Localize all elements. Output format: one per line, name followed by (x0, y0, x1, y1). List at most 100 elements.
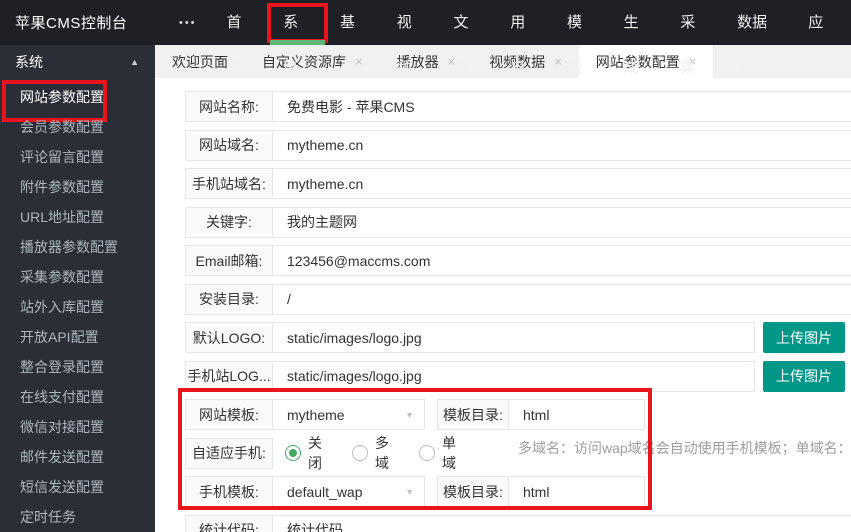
stats-code-label: 统计代码: (185, 514, 273, 532)
keywords-input[interactable]: 我的主题网 (273, 206, 851, 238)
sidebar-item-attachment-params[interactable]: 附件参数配置 (0, 172, 155, 202)
nav-database[interactable]: 数据库 (723, 0, 794, 76)
form-row-mobile-template: 手机模板: default_wap ▼ 模板目录: html (185, 476, 851, 507)
sidebar-item-scheduled-tasks[interactable]: 定时任务 (0, 502, 155, 532)
sidebar-item-external-storage[interactable]: 站外入库配置 (0, 292, 155, 322)
form-row-keywords: 关键字: 我的主题网 (185, 206, 851, 238)
sidebar-item-site-params[interactable]: 网站参数配置 (0, 80, 155, 122)
tab-video-data[interactable]: 视频数据 × (472, 45, 579, 78)
sidebar-item-sms-send[interactable]: 短信发送配置 (0, 472, 155, 502)
sidebar-menu: 网站参数配置 会员参数配置 评论留言配置 附件参数配置 URL地址配置 播放器参… (0, 78, 155, 532)
close-icon[interactable]: × (554, 54, 562, 69)
sidebar-item-comment-config[interactable]: 评论留言配置 (0, 142, 155, 172)
top-bar: 苹果CMS控制台 ••• 首页 系统 基础 视频 文章 用户 模版 生成 采集 … (0, 0, 851, 76)
template-dir-label: 模板目录: (438, 400, 509, 429)
sidebar-item-member-params[interactable]: 会员参数配置 (0, 112, 155, 142)
sidebar: 系统 ▲ 网站参数配置 会员参数配置 评论留言配置 附件参数配置 URL地址配置… (0, 45, 155, 532)
form-row-mobile-domain: 手机站域名: mytheme.cn (185, 168, 851, 199)
radio-option-close[interactable]: 关闭 (285, 433, 322, 473)
mobile-domain-input[interactable]: mytheme.cn (273, 168, 851, 199)
install-dir-label: 安装目录: (185, 283, 273, 315)
site-template-label: 网站模板: (186, 400, 273, 429)
chevron-down-icon: ▼ (405, 409, 414, 420)
template-dir-input[interactable]: html (509, 400, 644, 429)
email-input[interactable]: 123456@maccms.com (273, 245, 851, 276)
mobile-template-group: 手机模板: default_wap ▼ (185, 476, 425, 507)
sidebar-group-label: 系统 (15, 53, 43, 70)
form-row-site-domain: 网站域名: mytheme.cn (185, 129, 851, 161)
template-dir-group: 模板目录: html (437, 399, 645, 430)
mobile-logo-input[interactable]: static/images/logo.jpg (273, 360, 755, 392)
form-row-site-template: 网站模板: mytheme ▼ 模板目录: html (185, 399, 851, 430)
nav-basic[interactable]: 基础 (326, 0, 383, 76)
site-domain-input[interactable]: mytheme.cn (273, 129, 851, 161)
sidebar-item-email-send[interactable]: 邮件发送配置 (0, 442, 155, 472)
nav-article[interactable]: 文章 (439, 0, 496, 76)
mobile-logo-label: 手机站LOG... (185, 360, 273, 392)
radio-unchecked-icon (419, 445, 435, 461)
site-template-selected-value: mytheme (287, 406, 345, 423)
sidebar-item-online-payment[interactable]: 在线支付配置 (0, 382, 155, 412)
radio-label: 关闭 (308, 435, 322, 471)
sidebar-item-integrated-login[interactable]: 整合登录配置 (0, 352, 155, 382)
upload-image-button[interactable]: 上传图片 (763, 322, 845, 353)
radio-unchecked-icon (352, 445, 368, 461)
mobile-template-dir-label: 模板目录: (438, 477, 509, 506)
site-params-form: 网站名称: 免费电影 - 苹果CMS 网站域名: mytheme.cn 手机站域… (185, 91, 851, 532)
stats-code-input[interactable]: 统计代码 (273, 514, 851, 532)
tab-custom-resource[interactable]: 自定义资源库 × (245, 45, 380, 78)
radio-option-multi-domain[interactable]: 多域 (352, 433, 389, 473)
template-dir-group: 模板目录: html (437, 476, 645, 507)
mobile-domain-label: 手机站域名: (185, 168, 273, 199)
upload-image-button[interactable]: 上传图片 (763, 360, 845, 392)
default-logo-input[interactable]: static/images/logo.jpg (273, 322, 755, 353)
nav-user[interactable]: 用户 (496, 0, 553, 76)
radio-label: 单域 (442, 435, 456, 471)
adaptive-mobile-hint: 多域名：访问wap域名会自动使用手机模板；单域名：手机访问 (518, 439, 851, 456)
nav-collect[interactable]: 采集 (666, 0, 723, 76)
form-row-default-logo: 默认LOGO: static/images/logo.jpg 上传图片 (185, 322, 851, 353)
sidebar-item-open-api[interactable]: 开放API配置 (0, 322, 155, 352)
sidebar-item-player-params[interactable]: 播放器参数配置 (0, 232, 155, 262)
site-name-label: 网站名称: (185, 91, 273, 122)
sidebar-group-system[interactable]: 系统 ▲ (0, 45, 155, 78)
radio-option-single-domain[interactable]: 单域 (419, 433, 456, 473)
keywords-label: 关键字: (185, 206, 273, 238)
site-template-select[interactable]: mytheme ▼ (273, 400, 424, 429)
main-content: 网站名称: 免费电影 - 苹果CMS 网站域名: mytheme.cn 手机站域… (155, 78, 851, 532)
top-nav: 首页 系统 基础 视频 文章 用户 模版 生成 采集 数据库 应用 (213, 0, 851, 76)
site-template-group: 网站模板: mytheme ▼ (185, 399, 425, 430)
collapse-caret-icon: ▲ (130, 56, 139, 67)
adaptive-mobile-label: 自适应手机: (185, 437, 273, 469)
tab-label: 欢迎页面 (172, 53, 228, 70)
mobile-template-select[interactable]: default_wap ▼ (273, 477, 424, 506)
sidebar-item-collect-params[interactable]: 采集参数配置 (0, 262, 155, 292)
mobile-template-selected-value: default_wap (287, 483, 363, 500)
form-row-mobile-logo: 手机站LOG... static/images/logo.jpg 上传图片 (185, 360, 851, 392)
tab-label: 自定义资源库 (262, 53, 346, 70)
install-dir-input[interactable]: / (273, 283, 851, 315)
nav-generate[interactable]: 生成 (610, 0, 667, 76)
site-name-input[interactable]: 免费电影 - 苹果CMS (273, 91, 851, 122)
mobile-template-label: 手机模板: (186, 477, 273, 506)
nav-app[interactable]: 应用 (794, 0, 851, 76)
nav-system[interactable]: 系统 (267, 0, 328, 76)
mobile-template-dir-input[interactable]: html (509, 477, 644, 506)
form-row-site-name: 网站名称: 免费电影 - 苹果CMS (185, 91, 851, 122)
form-row-stats-code: 统计代码: 统计代码 (185, 514, 851, 532)
adaptive-mobile-radio-group: 关闭 多域 单域 (285, 435, 486, 471)
nav-home[interactable]: 首页 (213, 0, 270, 76)
close-icon[interactable]: × (355, 54, 363, 69)
nav-video[interactable]: 视频 (383, 0, 440, 76)
nav-template[interactable]: 模版 (553, 0, 610, 76)
sidebar-item-url-config[interactable]: URL地址配置 (0, 202, 155, 232)
form-row-email: Email邮箱: 123456@maccms.com (185, 245, 851, 276)
app-title: 苹果CMS控制台 (15, 15, 128, 32)
radio-checked-icon (285, 445, 301, 461)
chevron-down-icon: ▼ (405, 486, 414, 497)
email-label: Email邮箱: (185, 245, 273, 276)
sidebar-item-wechat-connect[interactable]: 微信对接配置 (0, 412, 155, 442)
radio-label: 多域 (375, 435, 389, 471)
more-menu-icon[interactable]: ••• (179, 17, 197, 29)
default-logo-label: 默认LOGO: (185, 322, 273, 353)
